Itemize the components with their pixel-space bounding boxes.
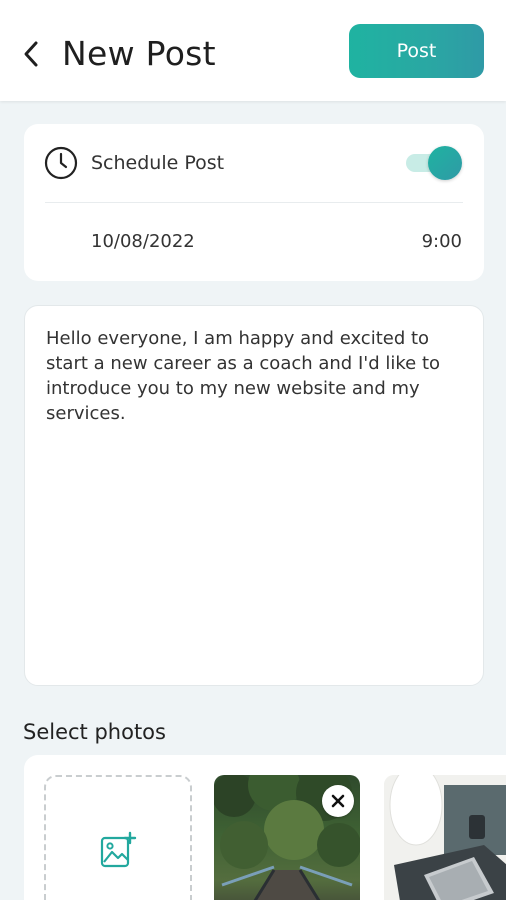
close-icon	[331, 794, 345, 808]
laptop-work-image	[384, 775, 506, 900]
chevron-left-icon	[24, 41, 38, 67]
schedule-post-label: Schedule Post	[91, 152, 225, 174]
schedule-date[interactable]: 10/08/2022	[91, 231, 195, 252]
schedule-toggle[interactable]	[406, 146, 464, 180]
add-photo-button[interactable]	[44, 775, 192, 900]
toggle-knob	[428, 146, 462, 180]
remove-photo-button[interactable]	[322, 785, 354, 817]
post-text-card: Hello everyone, I am happy and excited t…	[24, 305, 484, 686]
back-button[interactable]	[18, 36, 44, 72]
post-text-input[interactable]: Hello everyone, I am happy and excited t…	[46, 326, 466, 426]
schedule-time[interactable]: 9:00	[422, 231, 462, 252]
divider	[45, 202, 463, 203]
clock-icon	[44, 146, 78, 180]
add-image-icon	[100, 831, 137, 868]
laptop-work-photo[interactable]	[384, 775, 506, 900]
post-button[interactable]: Post	[349, 24, 484, 78]
app-header: New Post Post	[0, 0, 506, 101]
page-title: New Post	[62, 34, 216, 73]
select-photos-heading: Select photos	[23, 720, 166, 744]
schedule-card: Schedule Post 10/08/2022 9:00	[24, 124, 484, 281]
photos-panel	[24, 755, 506, 900]
